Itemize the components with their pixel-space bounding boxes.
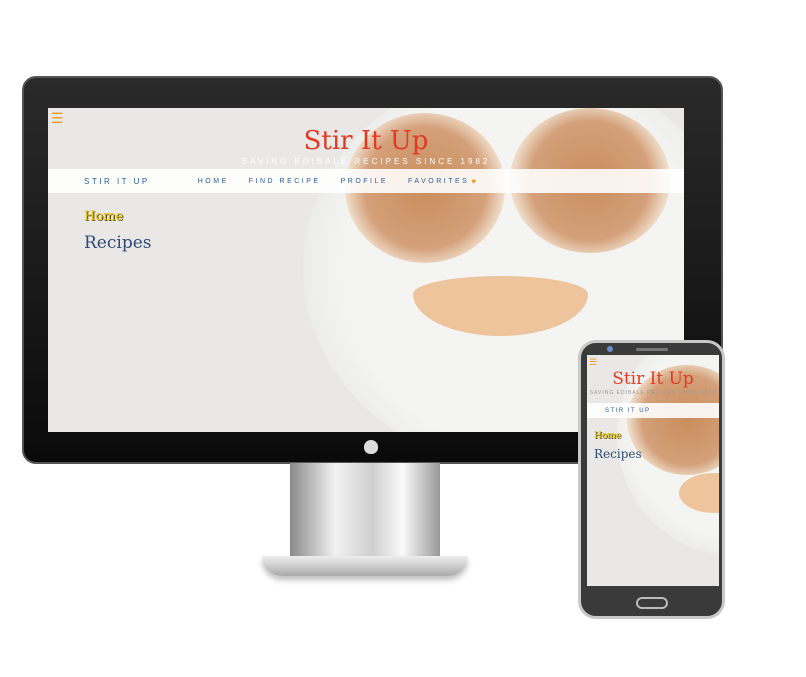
phone-screen: ☰ Stir It Up SAVING EDIBALE RECIPES SINC…	[587, 355, 719, 586]
monitor-stand	[290, 463, 440, 563]
site-title: Stir It Up	[612, 369, 694, 389]
site-title: Stir It Up	[303, 126, 429, 156]
menu-icon[interactable]: ☰	[589, 358, 597, 367]
camera-icon	[607, 346, 613, 352]
speaker-icon	[636, 348, 668, 351]
brand-link[interactable]: STIR IT UP	[84, 177, 150, 186]
monitor-base	[262, 556, 468, 576]
breadcrumb-home[interactable]: Home	[84, 209, 123, 224]
apple-logo-icon	[364, 440, 378, 454]
site-tagline: SAVING EDIBALE RECIPES SINCE 1982	[589, 390, 717, 396]
breadcrumb-home[interactable]: Home	[594, 431, 621, 441]
nav-profile[interactable]: PROFILE	[341, 178, 388, 185]
site-tagline: SAVING EDIBALE RECIPES SINCE 1982	[241, 157, 491, 166]
page-heading: Recipes	[594, 447, 642, 461]
brand-link[interactable]: STIR IT UP	[605, 408, 651, 414]
home-button	[636, 597, 668, 609]
menu-icon[interactable]: ☰	[51, 111, 64, 125]
heart-icon: ♥	[471, 176, 479, 186]
nav-bar: STIR IT UP	[587, 403, 719, 418]
nav-find-recipe[interactable]: FIND RECIPE	[249, 178, 321, 185]
nav-bar: STIR IT UP HOME FIND RECIPE PROFILE FAVO…	[48, 169, 684, 193]
nav-favorites[interactable]: FAVORITES	[408, 178, 469, 185]
nav-home[interactable]: HOME	[198, 178, 229, 185]
page-heading: Recipes	[84, 233, 152, 253]
